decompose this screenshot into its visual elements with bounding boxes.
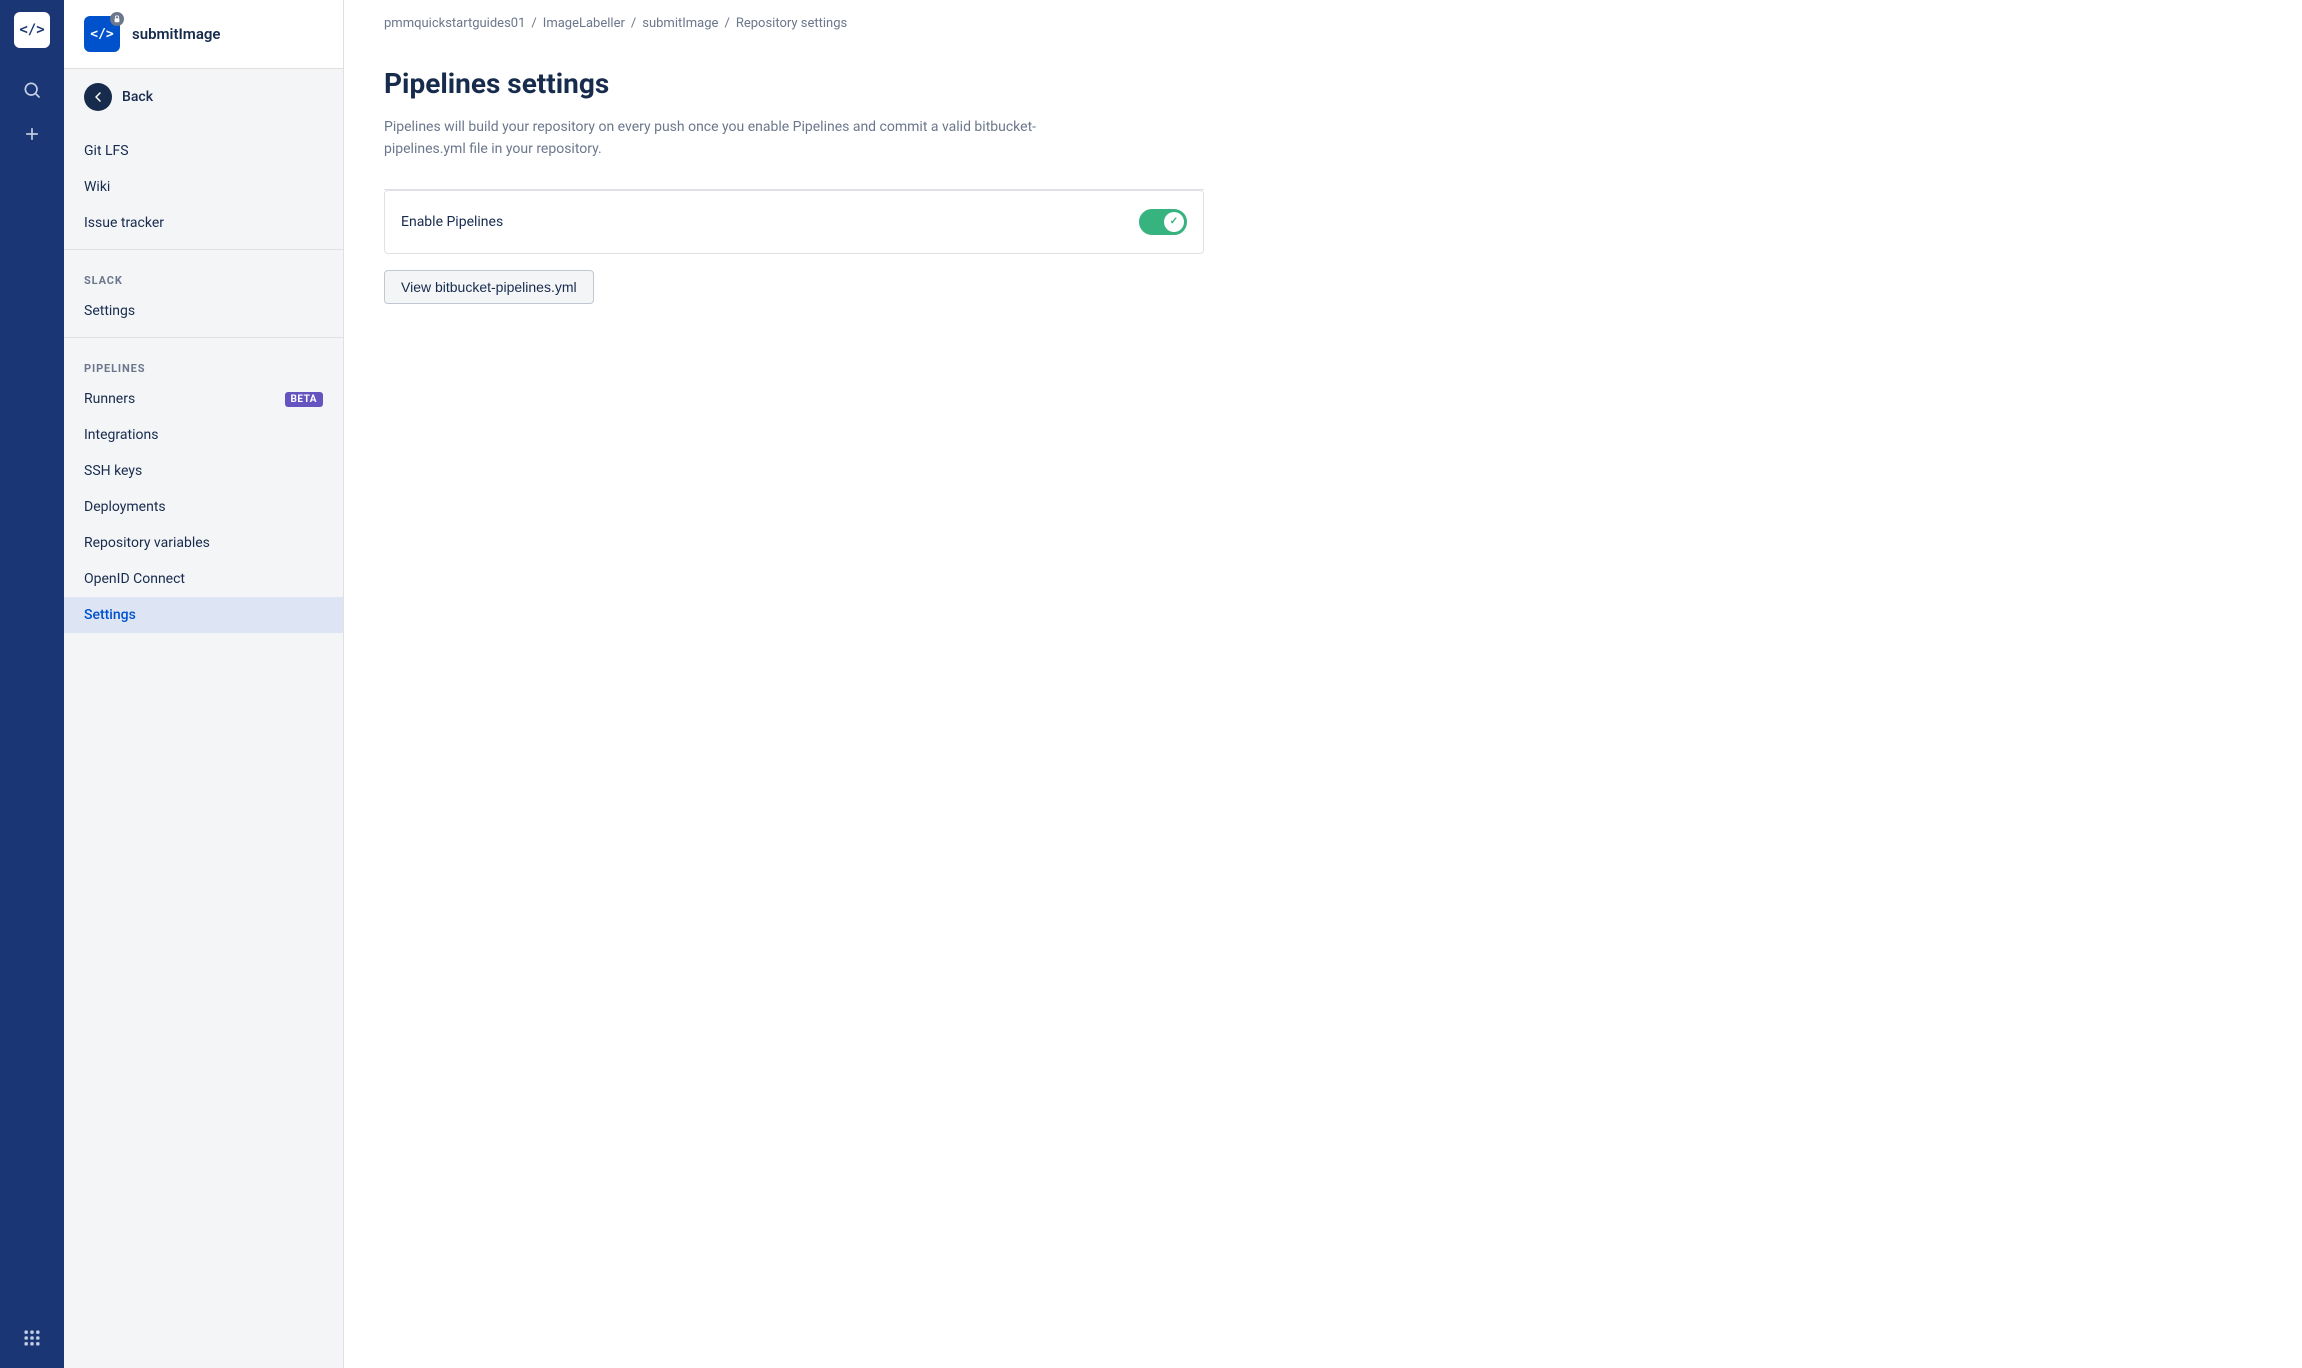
view-pipelines-button[interactable]: View bitbucket-pipelines.yml bbox=[384, 270, 594, 304]
breadcrumb-item-submitimage[interactable]: submitImage bbox=[642, 16, 718, 31]
sidebar-nav: Git LFS Wiki Issue tracker SLACK Setting… bbox=[64, 125, 343, 1368]
sidebar-item-runners[interactable]: Runners BETA bbox=[64, 381, 343, 417]
search-button[interactable] bbox=[14, 72, 50, 108]
sidebar: </> submitImage Back Git LFS Wiki Issue … bbox=[64, 0, 344, 1368]
sidebar-item-wiki[interactable]: Wiki bbox=[64, 169, 343, 205]
back-button[interactable]: Back bbox=[64, 69, 343, 125]
back-label: Back bbox=[122, 89, 153, 105]
sidebar-item-issue-tracker[interactable]: Issue tracker bbox=[64, 205, 343, 241]
nav-divider-1 bbox=[64, 249, 343, 250]
breadcrumb-item-repo[interactable]: ImageLabeller bbox=[543, 16, 625, 31]
sidebar-item-repository-variables[interactable]: Repository variables bbox=[64, 525, 343, 561]
breadcrumb-sep-2: / bbox=[631, 16, 636, 31]
breadcrumb: pmmquickstartguides01 / ImageLabeller / … bbox=[344, 0, 2302, 47]
sidebar-item-openid-connect[interactable]: OpenID Connect bbox=[64, 561, 343, 597]
beta-badge: BETA bbox=[285, 392, 324, 407]
sidebar-header: </> submitImage bbox=[64, 0, 343, 69]
sidebar-item-settings[interactable]: Settings bbox=[64, 597, 343, 633]
back-circle-icon bbox=[84, 83, 112, 111]
page-title: Pipelines settings bbox=[384, 67, 1204, 100]
pipelines-section-label: PIPELINES bbox=[64, 346, 343, 381]
enable-pipelines-row: Enable Pipelines ✓ bbox=[384, 190, 1204, 254]
sidebar-item-slack-settings[interactable]: Settings bbox=[64, 293, 343, 329]
breadcrumb-item-org[interactable]: pmmquickstartguides01 bbox=[384, 16, 525, 31]
add-button[interactable] bbox=[14, 116, 50, 152]
lock-icon bbox=[110, 12, 124, 26]
sidebar-item-deployments[interactable]: Deployments bbox=[64, 489, 343, 525]
enable-pipelines-toggle[interactable]: ✓ bbox=[1139, 209, 1187, 235]
grid-button[interactable] bbox=[14, 1320, 50, 1356]
sidebar-item-git-lfs[interactable]: Git LFS bbox=[64, 133, 343, 169]
main-content: pmmquickstartguides01 / ImageLabeller / … bbox=[344, 0, 2302, 1368]
enable-pipelines-label: Enable Pipelines bbox=[401, 214, 503, 230]
sidebar-item-ssh-keys[interactable]: SSH keys bbox=[64, 453, 343, 489]
toggle-thumb: ✓ bbox=[1164, 212, 1184, 232]
nav-divider-2 bbox=[64, 337, 343, 338]
slack-section-label: SLACK bbox=[64, 258, 343, 293]
icon-bar: </> bbox=[0, 0, 64, 1368]
breadcrumb-sep-1: / bbox=[531, 16, 536, 31]
sidebar-item-integrations[interactable]: Integrations bbox=[64, 417, 343, 453]
content-area: Pipelines settings Pipelines will build … bbox=[344, 47, 1244, 344]
page-description: Pipelines will build your repository on … bbox=[384, 116, 1084, 161]
app-logo[interactable]: </> bbox=[14, 12, 50, 48]
breadcrumb-sep-3: / bbox=[724, 16, 729, 31]
breadcrumb-item-current: Repository settings bbox=[736, 16, 847, 31]
repo-icon: </> bbox=[84, 16, 120, 52]
repo-name: submitImage bbox=[132, 25, 221, 43]
toggle-check-icon: ✓ bbox=[1170, 216, 1178, 227]
